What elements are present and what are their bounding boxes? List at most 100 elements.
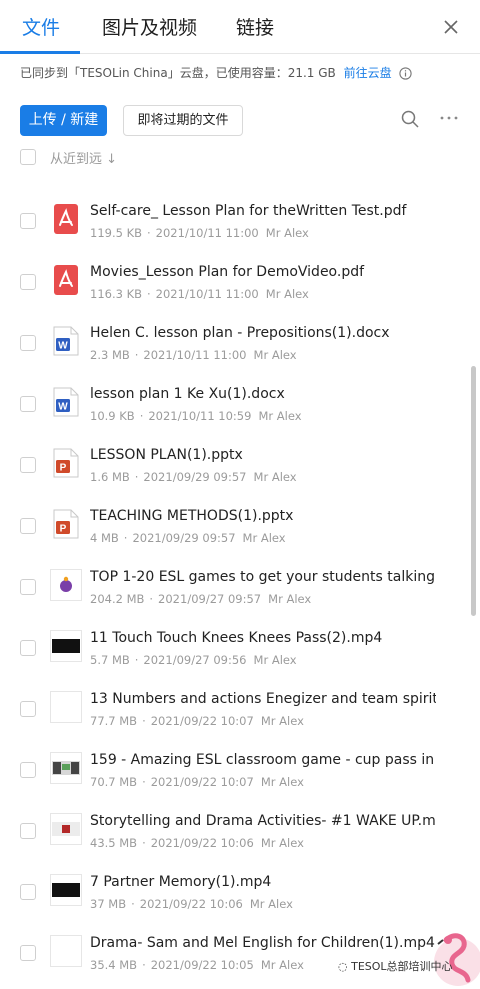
file-date: 2021/09/22 10:07 (150, 714, 254, 728)
file-name[interactable]: Movies_Lesson Plan for DemoVideo.pdf (90, 264, 436, 280)
file-meta: 10.9 KB · 2021/10/11 10:59 Mr Alex (90, 409, 302, 423)
file-name[interactable]: 11 Touch Touch Knees Knees Pass(2).mp4 (90, 630, 436, 646)
file-meta: 5.7 MB · 2021/09/27 09:56 Mr Alex (90, 653, 297, 667)
file-checkbox[interactable] (20, 640, 36, 656)
file-checkbox[interactable] (20, 518, 36, 534)
tab-images-videos[interactable]: 图片及视频 (102, 13, 197, 40)
file-row[interactable]: W Helen C. lesson plan - Prepositions(1).… (0, 304, 480, 365)
file-checkbox[interactable] (20, 335, 36, 351)
select-all-checkbox[interactable] (20, 149, 36, 165)
more-options-icon[interactable] (439, 108, 459, 128)
file-meta: 2.3 MB · 2021/10/11 11:00 Mr Alex (90, 348, 297, 362)
file-checkbox[interactable] (20, 213, 36, 229)
file-owner: Mr Alex (260, 775, 304, 789)
file-name[interactable]: 7 Partner Memory(1).mp4 (90, 874, 436, 890)
file-row[interactable]: Self-care_ Lesson Plan for theWritten Te… (0, 182, 480, 243)
sort-order-toggle[interactable]: 从近到远 ↓ (50, 148, 117, 167)
file-size: 43.5 MB (90, 836, 138, 850)
file-size: 204.2 MB (90, 592, 145, 606)
svg-text:W: W (58, 402, 68, 413)
file-date: 2021/10/11 11:00 (155, 226, 259, 240)
file-owner: Mr Alex (258, 409, 302, 423)
separator-dot: · (149, 592, 154, 606)
ppt-icon: P (50, 447, 82, 479)
video-thumb-icon (50, 569, 82, 601)
file-row[interactable]: 13 Numbers and actions Enegizer and team… (0, 670, 480, 731)
file-meta: 116.3 KB · 2021/10/11 11:00 Mr Alex (90, 287, 309, 301)
pdf-icon (50, 264, 82, 296)
separator-dot: · (131, 897, 135, 911)
file-row[interactable]: P TEACHING METHODS(1).pptx 4 MB · 2021/09/29… (0, 487, 480, 548)
expiring-files-button[interactable]: 即将过期的文件 (123, 105, 243, 136)
file-meta: 70.7 MB · 2021/09/22 10:07 Mr Alex (90, 775, 304, 789)
file-date: 2021/10/11 10:59 (148, 409, 252, 423)
file-meta: 119.5 KB · 2021/10/11 11:00 Mr Alex (90, 226, 309, 240)
upload-new-button[interactable]: 上传 / 新建 (20, 105, 107, 136)
video-thumb-icon (50, 630, 82, 662)
file-size: 1.6 MB (90, 470, 130, 484)
file-row[interactable]: Movies_Lesson Plan for DemoVideo.pdf 116.… (0, 243, 480, 304)
file-owner: Mr Alex (260, 958, 304, 972)
file-row[interactable]: Storytelling and Drama Activities- #1 WA… (0, 792, 480, 853)
separator-dot: · (142, 836, 146, 850)
info-icon[interactable] (399, 67, 413, 80)
file-name[interactable]: Storytelling and Drama Activities- #1 WA… (90, 813, 436, 829)
file-owner: Mr Alex (253, 470, 297, 484)
file-name[interactable]: Self-care_ Lesson Plan for theWritten Te… (90, 203, 436, 219)
file-date: 2021/10/11 11:00 (155, 287, 259, 301)
close-icon[interactable] (440, 16, 462, 38)
file-date: 2021/10/11 11:00 (143, 348, 247, 362)
file-checkbox[interactable] (20, 823, 36, 839)
file-size: 5.7 MB (90, 653, 130, 667)
tab-files[interactable]: 文件 (22, 13, 60, 40)
file-row[interactable]: P LESSON PLAN(1).pptx 1.6 MB · 2021/09/29 09… (0, 426, 480, 487)
search-icon[interactable] (400, 109, 420, 129)
file-meta: 77.7 MB · 2021/09/22 10:07 Mr Alex (90, 714, 304, 728)
watermark: ◌ TESOL总部培训中心 (338, 958, 453, 974)
file-name[interactable]: TEACHING METHODS(1).pptx (90, 508, 436, 524)
file-name[interactable]: Drama- Sam and Mel English for Children(… (90, 935, 436, 951)
file-name[interactable]: TOP 1-20 ESL games to get your students … (90, 569, 436, 585)
file-owner: Mr Alex (268, 592, 312, 606)
file-name[interactable]: Helen C. lesson plan - Prepositions(1).d… (90, 325, 436, 341)
svg-text:P: P (60, 463, 67, 474)
file-owner: Mr Alex (265, 226, 309, 240)
file-name[interactable]: 159 - Amazing ESL classroom game - cup p… (90, 752, 436, 768)
file-meta: 4 MB · 2021/09/29 09:57 Mr Alex (90, 531, 286, 545)
scrollbar[interactable] (471, 366, 476, 616)
file-size: 116.3 KB (90, 287, 143, 301)
file-row[interactable]: 11 Touch Touch Knees Knees Pass(2).mp4 5.… (0, 609, 480, 670)
separator-dot: · (142, 775, 146, 789)
file-date: 2021/09/22 10:06 (150, 836, 254, 850)
file-date: 2021/09/29 09:57 (143, 470, 247, 484)
tab-links[interactable]: 链接 (236, 13, 274, 40)
file-row[interactable]: 159 - Amazing ESL classroom game - cup p… (0, 731, 480, 792)
file-checkbox[interactable] (20, 884, 36, 900)
file-name[interactable]: 13 Numbers and actions Enegizer and team… (90, 691, 436, 707)
file-row[interactable]: TOP 1-20 ESL games to get your students … (0, 548, 480, 609)
file-checkbox[interactable] (20, 396, 36, 412)
file-row[interactable]: Wlesson plan 1 Ke Xu(1).docx 10.9 KB · 2021… (0, 365, 480, 426)
file-checkbox[interactable] (20, 945, 36, 961)
file-checkbox[interactable] (20, 701, 36, 717)
file-checkbox[interactable] (20, 274, 36, 290)
separator-dot: · (139, 409, 144, 423)
active-tab-indicator (0, 51, 80, 54)
file-checkbox[interactable] (20, 762, 36, 778)
file-checkbox[interactable] (20, 457, 36, 473)
file-name[interactable]: LESSON PLAN(1).pptx (90, 447, 436, 463)
file-name[interactable]: lesson plan 1 Ke Xu(1).docx (90, 386, 436, 402)
file-owner: Mr Alex (260, 714, 304, 728)
video-thumb-icon (50, 691, 82, 723)
go-to-cloud-link[interactable]: 前往云盘 (344, 66, 392, 80)
separator-dot: · (147, 287, 151, 301)
file-checkbox[interactable] (20, 579, 36, 595)
file-size: 10.9 KB (90, 409, 135, 423)
file-row[interactable]: 7 Partner Memory(1).mp4 37 MB · 2021/09/22 … (0, 853, 480, 914)
separator-dot: · (134, 470, 139, 484)
word-icon: W (50, 325, 82, 357)
svg-text:P: P (60, 524, 67, 535)
separator-dot: · (123, 531, 128, 545)
file-size: 119.5 KB (90, 226, 143, 240)
separator-dot: · (134, 348, 139, 362)
